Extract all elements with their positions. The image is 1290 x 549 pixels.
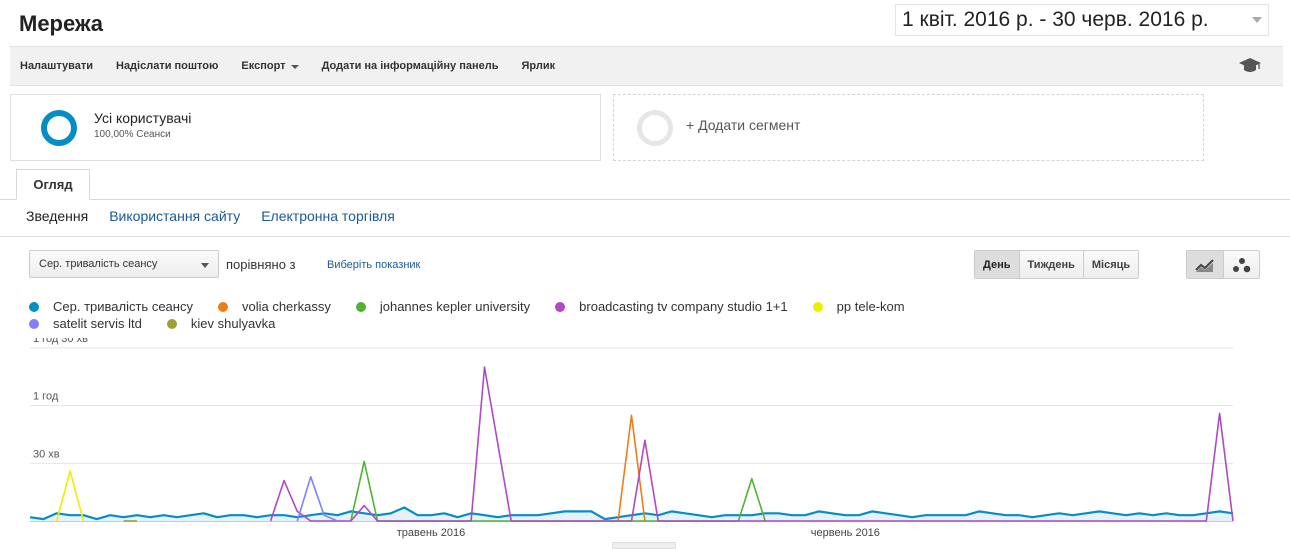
legend-label: broadcasting tv company studio 1+1 [579,299,788,314]
chevron-down-icon [290,64,299,69]
motion-chart-view-button[interactable] [1223,251,1259,278]
email-label: Надіслати поштою [116,60,219,72]
legend-dot-icon [29,301,39,312]
tab-divider [0,199,1290,200]
legend-dot-icon [812,301,823,312]
date-range-picker[interactable]: 1 квіт. 2016 р. - 30 черв. 2016 р. [895,4,1269,36]
line-chart-view-button[interactable] [1187,251,1223,278]
chart-view-toggle [1186,250,1260,279]
segment-all-users[interactable]: Усі користувачі 100,00% Сеанси [10,94,601,161]
period-week-button[interactable]: Тиждень [1018,251,1083,278]
legend-item: kiev shulyavka [166,316,276,331]
legend-item: broadcasting tv company studio 1+1 [555,299,788,314]
legend-item: satelit servis ltd [29,316,142,331]
tab-bar [0,169,1290,199]
legend-label: Сер. тривалість сеансу [53,299,193,314]
metric-select-value: Сер. тривалість сеансу [39,258,158,270]
export-button[interactable]: Експорт [241,60,299,72]
x-tick-label: травень 2016 [397,527,465,539]
subnav-summary[interactable]: Зведення [26,208,88,224]
tab-overview[interactable]: Огляд [16,169,90,200]
legend-item: Сер. тривалість сеансу [29,299,193,314]
chevron-down-icon[interactable] [1252,17,1262,23]
add-segment-button[interactable]: + Додати сегмент [613,94,1204,161]
add-to-dashboard-label: Додати на інформаційну панель [321,60,499,72]
period-toggle: День Тиждень Місяць [974,250,1140,279]
legend-dot-icon [29,318,39,329]
y-tick-label: 1 год [33,391,59,403]
compare-label: порівняно з [226,257,296,272]
export-label: Експорт [241,60,286,72]
customize-button[interactable]: Налаштувати [20,60,93,72]
chevron-down-icon [201,263,209,268]
legend-dot-icon [166,318,177,329]
shortcut-button[interactable]: Ярлик [522,60,556,72]
line-chart: 30 хв 1 год 1 год 30 хв травень 2016 червень… [29,333,1234,539]
legend-row: satelit servis ltd kiev shulyavka [29,315,1179,332]
series-line [269,366,1234,522]
add-to-dashboard-button[interactable]: Додати на інформаційну панель [322,60,499,72]
legend-label: kiev shulyavka [190,316,276,331]
x-tick-label: червень 2016 [811,527,880,539]
page-title: Мережа [19,11,104,36]
chart-legend: Сер. тривалість сеансу volia cherkassy joh… [29,298,1179,332]
legend-dot-icon [217,301,228,312]
legend-item: pp tele-kom [812,299,905,314]
period-day-button[interactable]: День [975,251,1019,278]
legend-row: Сер. тривалість сеансу volia cherkassy joh… [29,298,1179,315]
legend-dot-icon [555,301,566,312]
customize-label: Налаштувати [20,60,93,72]
y-tick-label: 1 год 30 хв [33,338,88,345]
segment-subtitle: 100,00% Сеанси [94,129,171,140]
legend-label: satelit servis ltd [53,316,142,331]
graduation-cap-icon[interactable] [1239,58,1261,74]
choose-metric-link[interactable]: Виберіть показник [327,259,420,271]
subnav-ecommerce[interactable]: Електронна торгівля [261,208,395,224]
segment-ring-icon [41,110,77,146]
legend-item: volia cherkassy [217,299,331,314]
legend-dot-icon [355,301,366,312]
metric-select[interactable]: Сер. тривалість сеансу [29,250,219,278]
legend-label: johannes kepler university [379,299,531,314]
report-toolbar: Налаштувати Надіслати поштою Експорт Дод… [10,46,1283,86]
y-tick-label: 30 хв [33,448,60,460]
shortcut-label: Ярлик [521,60,556,72]
legend-item: johannes kepler university [355,299,531,314]
date-range-text: 1 квіт. 2016 р. - 30 черв. 2016 р. [902,8,1209,31]
sub-navigation: Зведення Використання сайту Електронна т… [26,208,416,224]
subnav-site-usage[interactable]: Використання сайту [109,208,240,224]
line-chart-icon [1195,258,1214,272]
segment-name: Усі користувачі [94,110,192,126]
legend-label: volia cherkassy [241,299,331,314]
period-month-button[interactable]: Місяць [1082,251,1139,278]
motion-chart-icon [1232,257,1250,272]
add-segment-label: + Додати сегмент [686,117,801,133]
chart-expand-handle[interactable] [612,542,676,549]
legend-label: pp tele-kom [836,299,905,314]
email-button[interactable]: Надіслати поштою [116,60,218,72]
empty-segment-ring-icon [637,110,673,146]
chart-area: 30 хв 1 год 1 год 30 хв травень 2016 червень… [0,333,1290,549]
divider [0,236,1290,237]
